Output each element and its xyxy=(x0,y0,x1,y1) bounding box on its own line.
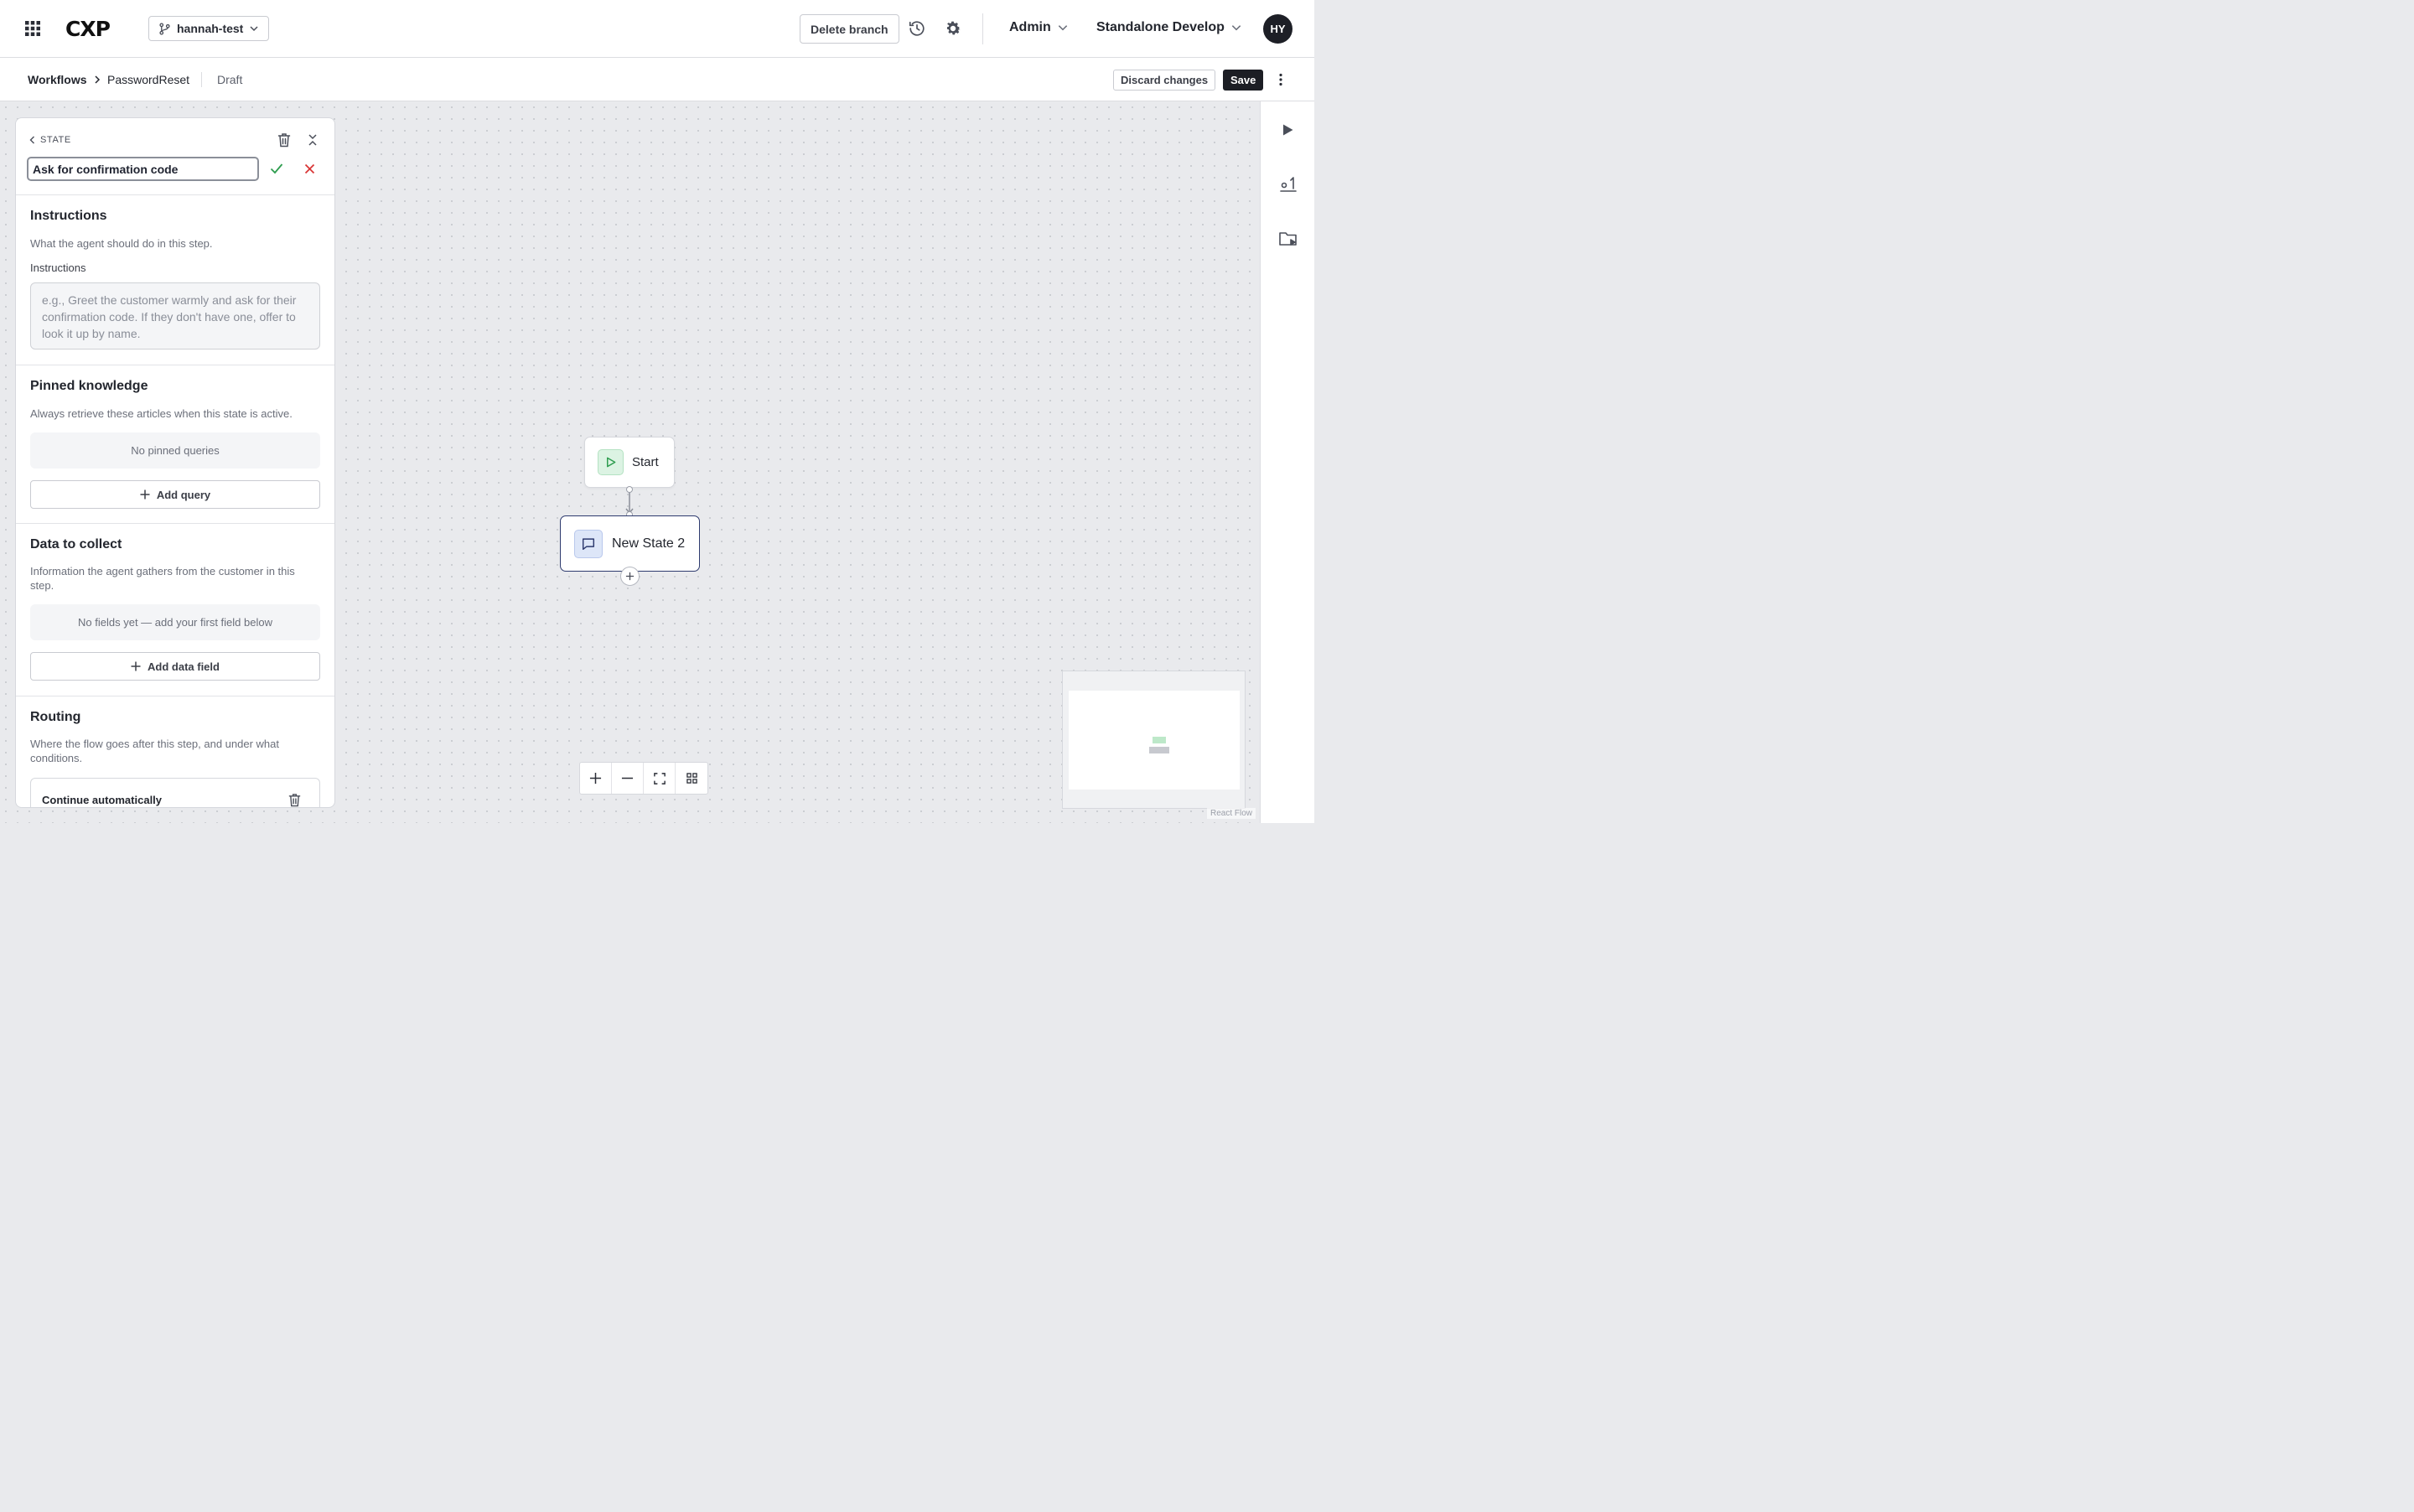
environment-label: Standalone Develop xyxy=(1096,20,1225,34)
data-description: Information the agent gathers from the c… xyxy=(30,565,295,592)
role-label: Admin xyxy=(1009,20,1051,34)
plus-icon xyxy=(140,489,150,500)
checkmark-icon xyxy=(270,163,283,174)
git-branch-icon xyxy=(159,22,170,35)
divider xyxy=(982,13,983,44)
chevron-down-icon xyxy=(250,26,258,32)
confirm-name-button[interactable] xyxy=(270,163,283,174)
zoom-controls xyxy=(579,762,708,795)
app-logo: CXP xyxy=(65,17,111,41)
instructions-description: What the agent should do in this step. xyxy=(30,237,213,250)
close-icon xyxy=(304,163,315,174)
pinned-title: Pinned knowledge xyxy=(30,379,148,393)
play-icon xyxy=(598,449,624,475)
breadcrumb-current: PasswordReset xyxy=(107,73,190,86)
chevron-left-icon xyxy=(29,136,34,144)
minimap-viewport xyxy=(1069,691,1240,790)
environment-dropdown[interactable]: Standalone Develop xyxy=(1096,20,1242,35)
routing-rule-label: Continue automatically xyxy=(42,794,163,806)
minimap-state-node xyxy=(1149,747,1169,753)
add-query-label: Add query xyxy=(156,488,211,501)
status-badge: Draft xyxy=(217,73,243,86)
chevron-right-icon xyxy=(93,75,101,85)
chevron-down-icon xyxy=(1058,25,1067,31)
add-data-field-button[interactable]: Add data field xyxy=(30,652,320,681)
test-conversation-icon[interactable] xyxy=(1279,175,1298,194)
routing-description: Where the flow goes after this step, and… xyxy=(30,738,280,764)
minimap-start-node xyxy=(1153,737,1166,743)
delete-branch-button[interactable]: Delete branch xyxy=(800,14,899,44)
start-node[interactable]: Start xyxy=(584,437,675,488)
instructions-title: Instructions xyxy=(30,209,107,223)
fit-view-icon xyxy=(653,772,666,784)
data-collect-section: Data to collect Information the agent ga… xyxy=(16,524,334,696)
plus-icon xyxy=(131,661,141,671)
zoom-in-button[interactable] xyxy=(580,763,612,794)
fit-view-button[interactable] xyxy=(644,763,676,794)
add-data-field-label: Add data field xyxy=(148,660,220,673)
folder-play-icon[interactable] xyxy=(1278,230,1298,248)
chat-bubble-icon xyxy=(574,529,603,558)
history-icon[interactable] xyxy=(908,19,926,38)
state-name-input[interactable] xyxy=(27,157,259,181)
more-options-icon[interactable] xyxy=(1275,72,1287,87)
save-button[interactable]: Save xyxy=(1223,70,1264,91)
workflow-header: Workflows PasswordReset Draft Discard ch… xyxy=(0,58,1314,101)
top-bar: CXP hannah-test Delete branch Admin Stan… xyxy=(0,0,1314,58)
gear-icon[interactable] xyxy=(944,19,962,38)
apps-grid-icon[interactable] xyxy=(24,20,41,37)
react-flow-attribution[interactable]: React Flow xyxy=(1207,808,1256,819)
pinned-description: Always retrieve these articles when this… xyxy=(30,407,293,420)
right-toolbar xyxy=(1260,101,1314,823)
branch-selector[interactable]: hannah-test xyxy=(148,16,270,41)
minus-icon xyxy=(621,777,634,779)
grid-icon xyxy=(686,773,697,784)
pinned-knowledge-section: Pinned knowledge Always retrieve these a… xyxy=(16,365,334,524)
divider xyxy=(201,72,202,87)
discard-changes-button[interactable]: Discard changes xyxy=(1113,70,1216,91)
state-node-label: New State 2 xyxy=(612,536,686,551)
data-empty-state: No fields yet — add your first field bel… xyxy=(30,604,320,640)
cancel-name-button[interactable] xyxy=(304,163,315,174)
collapse-icon[interactable] xyxy=(308,133,318,147)
instructions-textarea[interactable]: e.g., Greet the customer warmly and ask … xyxy=(30,282,320,350)
zoom-out-button[interactable] xyxy=(612,763,644,794)
toggle-interactivity-button[interactable] xyxy=(676,763,707,794)
minimap[interactable] xyxy=(1062,671,1246,809)
add-node-button[interactable] xyxy=(620,567,640,586)
start-source-handle[interactable] xyxy=(626,486,633,493)
routing-section: Routing Where the flow goes after this s… xyxy=(16,696,334,807)
panel-header: STATE xyxy=(16,118,334,195)
pinned-empty-state: No pinned queries xyxy=(30,432,320,469)
data-title: Data to collect xyxy=(30,537,122,551)
instructions-section: Instructions What the agent should do in… xyxy=(16,195,334,365)
branch-name: hannah-test xyxy=(177,22,244,35)
role-dropdown[interactable]: Admin xyxy=(1009,20,1069,35)
chevron-down-icon xyxy=(1231,25,1241,31)
back-button[interactable]: STATE xyxy=(29,135,71,145)
instructions-field-label: Instructions xyxy=(30,261,86,274)
routing-title: Routing xyxy=(30,710,81,724)
plus-icon xyxy=(589,772,602,784)
trash-icon[interactable] xyxy=(277,132,291,148)
add-query-button[interactable]: Add query xyxy=(30,480,320,509)
start-node-label: Start xyxy=(632,455,659,469)
breadcrumb-workflows[interactable]: Workflows xyxy=(28,73,87,86)
state-editor-panel: STATE Instructions What the agent should… xyxy=(15,117,335,808)
run-icon[interactable] xyxy=(1282,123,1294,137)
trash-icon[interactable] xyxy=(288,793,301,807)
routing-rule-card[interactable]: Continue automatically xyxy=(30,778,320,807)
avatar[interactable]: HY xyxy=(1263,14,1292,44)
panel-type-label: STATE xyxy=(40,135,71,145)
state-node[interactable]: New State 2 xyxy=(560,515,700,572)
